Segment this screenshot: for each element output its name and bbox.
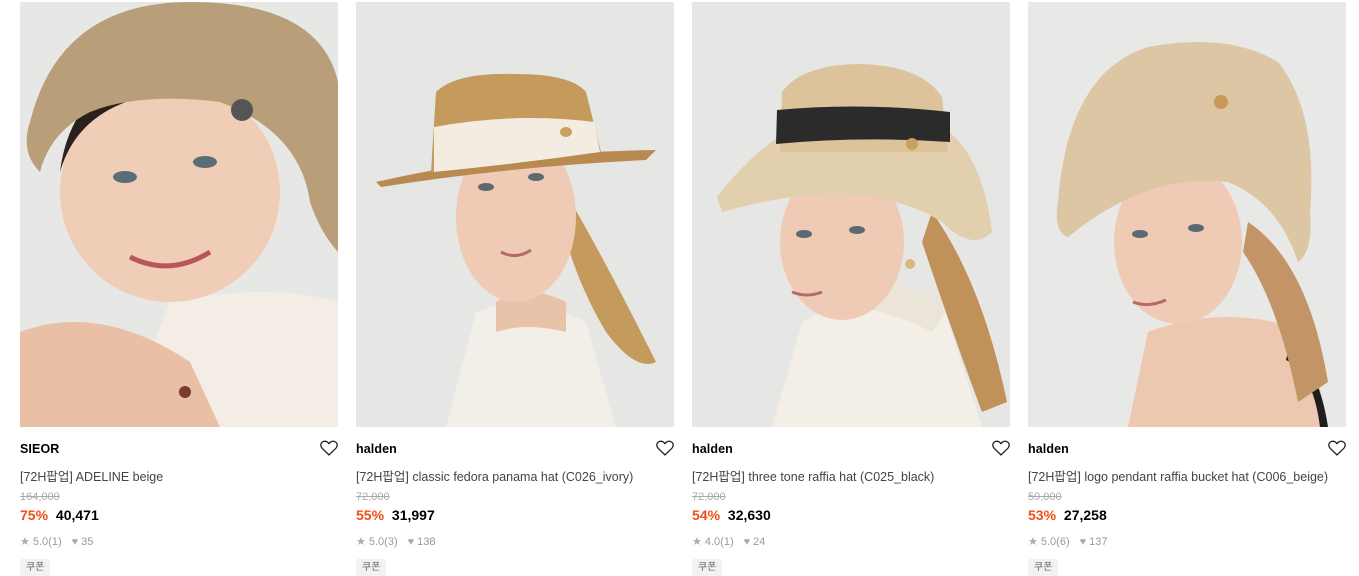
review-count: (1) — [48, 535, 62, 548]
brand-name[interactable]: halden — [1028, 442, 1069, 456]
original-price: 164,000 — [20, 491, 60, 503]
heart-filled-icon: ♥ — [71, 535, 79, 548]
like-count: 138 — [417, 535, 436, 548]
price-line: 75% 40,471 — [20, 507, 99, 523]
original-price: 72,000 — [692, 491, 726, 503]
brand-name[interactable]: halden — [692, 442, 733, 456]
product-title[interactable]: [72H팝업] classic fedora panama hat (C026_… — [356, 466, 633, 485]
rating-value: 5.0 — [368, 535, 385, 548]
heart-filled-icon: ♥ — [743, 535, 751, 548]
heart-outline-icon[interactable] — [992, 440, 1010, 456]
product-card[interactable]: halden [72H팝업] three tone raffia hat (C0… — [692, 2, 1010, 576]
brand-name[interactable]: SIEOR — [20, 442, 59, 456]
coupon-badge: 쿠폰 — [1028, 559, 1059, 576]
sale-price: 32,630 — [727, 507, 771, 523]
original-price: 59,000 — [1028, 491, 1062, 503]
product-title[interactable]: [72H팝업] three tone raffia hat (C025_blac… — [692, 466, 934, 485]
product-image[interactable] — [356, 2, 674, 427]
star-icon: ★ — [356, 536, 366, 548]
product-photo — [356, 2, 674, 427]
discount-rate: 55% — [356, 507, 385, 523]
price-line: 53% 27,258 — [1028, 507, 1107, 523]
product-title[interactable]: [72H팝업] logo pendant raffia bucket hat (… — [1028, 466, 1328, 485]
like-count: 24 — [753, 535, 766, 548]
heart-filled-icon: ♥ — [407, 535, 415, 548]
heart-outline-icon[interactable] — [656, 440, 674, 456]
product-photo — [1028, 2, 1346, 427]
heart-outline-icon[interactable] — [1328, 440, 1346, 456]
like-count: 35 — [81, 535, 94, 548]
product-meta: ★ 4.0 (1) ♥ 24 — [692, 535, 766, 549]
price-line: 55% 31,997 — [356, 507, 435, 523]
product-image[interactable] — [692, 2, 1010, 427]
product-card[interactable]: SIEOR [72H팝업] ADELINE beige 164,000 75% … — [20, 2, 338, 576]
heart-filled-icon: ♥ — [1079, 535, 1087, 548]
star-icon: ★ — [692, 536, 702, 548]
original-price: 72,000 — [356, 491, 390, 503]
review-count: (6) — [1056, 535, 1070, 548]
product-photo — [692, 2, 1010, 427]
product-card[interactable]: halden [72H팝업] logo pendant raffia bucke… — [1028, 2, 1346, 576]
product-card[interactable]: halden [72H팝업] classic fedora panama hat… — [356, 2, 674, 576]
like-count: 137 — [1089, 535, 1108, 548]
sale-price: 40,471 — [55, 507, 99, 523]
coupon-badge: 쿠폰 — [20, 559, 51, 576]
discount-rate: 53% — [1028, 507, 1057, 523]
star-icon: ★ — [20, 536, 30, 548]
product-image[interactable] — [1028, 2, 1346, 427]
sale-price: 27,258 — [1063, 507, 1107, 523]
product-meta: ★ 5.0 (6) ♥ 137 — [1028, 535, 1108, 549]
sale-price: 31,997 — [391, 507, 435, 523]
product-meta: ★ 5.0 (1) ♥ 35 — [20, 535, 94, 549]
discount-rate: 54% — [692, 507, 721, 523]
rating-value: 5.0 — [32, 535, 49, 548]
brand-name[interactable]: halden — [356, 442, 397, 456]
product-photo — [20, 2, 338, 427]
product-grid: SIEOR [72H팝업] ADELINE beige 164,000 75% … — [20, 2, 1346, 576]
product-meta: ★ 5.0 (3) ♥ 138 — [356, 535, 436, 549]
review-count: (3) — [384, 535, 398, 548]
rating-value: 5.0 — [1040, 535, 1057, 548]
coupon-badge: 쿠폰 — [692, 559, 723, 576]
product-title[interactable]: [72H팝업] ADELINE beige — [20, 466, 163, 485]
coupon-badge: 쿠폰 — [356, 559, 387, 576]
rating-value: 4.0 — [704, 535, 721, 548]
review-count: (1) — [720, 535, 734, 548]
price-line: 54% 32,630 — [692, 507, 771, 523]
star-icon: ★ — [1028, 536, 1038, 548]
product-image[interactable] — [20, 2, 338, 427]
heart-outline-icon[interactable] — [320, 440, 338, 456]
discount-rate: 75% — [20, 507, 49, 523]
